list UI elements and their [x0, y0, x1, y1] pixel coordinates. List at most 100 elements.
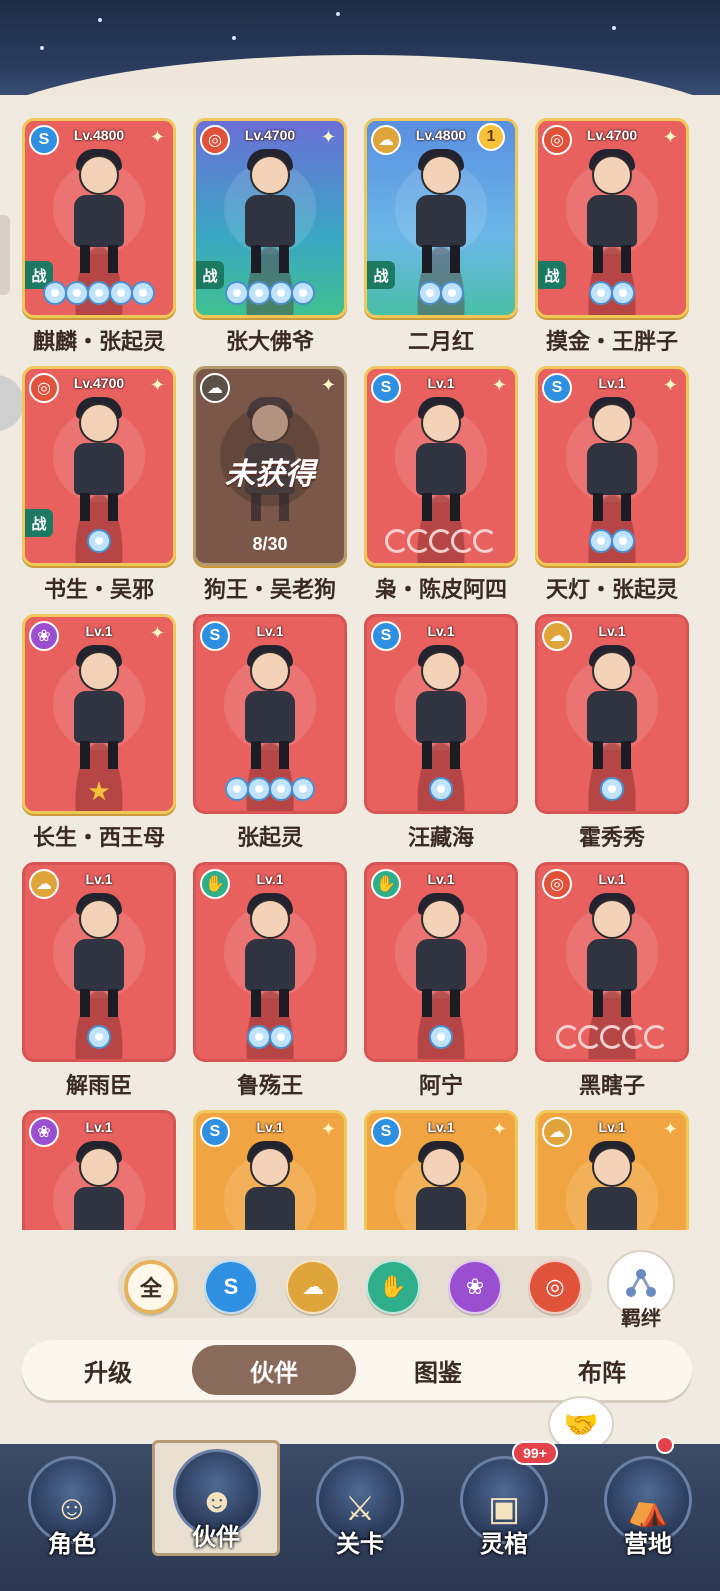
sparkle-icon: ✦	[320, 375, 336, 395]
character-portrait	[573, 1141, 651, 1230]
gem-rank-icon	[131, 281, 155, 305]
character-portrait	[231, 149, 309, 279]
filter-all-button[interactable]: 全	[124, 1260, 178, 1314]
partner-name: 狗王・吴老狗	[203, 578, 336, 603]
earth-element-icon: ☁	[200, 373, 230, 403]
tab-2[interactable]: 图鉴	[356, 1345, 520, 1395]
gem-rank-icon	[269, 777, 293, 801]
side-tab[interactable]	[0, 215, 10, 295]
partner-card[interactable]: ◎ Lv.4700 ✦ 战	[22, 366, 176, 566]
level-label: Lv.1	[256, 871, 284, 887]
partner-card[interactable]: ◎ Lv.4700 ✦ 战	[193, 118, 347, 318]
filter-lotus-button[interactable]: ❀	[448, 1260, 502, 1314]
nav-tent[interactable]: ⛺ 营地	[576, 1444, 720, 1591]
moon-rank-icon	[556, 1025, 580, 1049]
gem-rank-icon	[440, 281, 464, 305]
swirl-icon: ◎	[545, 1274, 565, 1299]
partner-card[interactable]: ◎ Lv.4700 ✦ 战	[535, 118, 689, 318]
nav-label: 关卡	[336, 1531, 384, 1558]
partner-card[interactable]: ✋ Lv.1	[193, 862, 347, 1062]
nav-sword[interactable]: ⚔ 关卡	[288, 1444, 432, 1591]
shard-progress: 8/30	[252, 534, 288, 554]
sparkle-icon: ✦	[662, 1119, 678, 1139]
star-rank	[367, 1025, 515, 1053]
moon-rank-icon	[622, 1025, 646, 1049]
moon-rank-icon	[578, 1025, 602, 1049]
nav-label: 灵棺	[480, 1531, 528, 1558]
star-rank	[538, 529, 686, 557]
notification-count-badge: 99+	[512, 1441, 558, 1465]
filter-water-button[interactable]: S	[204, 1260, 258, 1314]
partner-name: 枭・陈皮阿四	[374, 578, 507, 603]
partner-name: 张大佛爷	[225, 330, 314, 355]
star-rank	[25, 281, 173, 309]
tab-1[interactable]: 伙伴	[192, 1345, 356, 1395]
character-portrait	[573, 893, 651, 1023]
sparkle-icon: ✦	[320, 1119, 336, 1139]
level-label: Lv.1	[598, 623, 626, 639]
partner-card[interactable]: ◎ Lv.1	[535, 862, 689, 1062]
partner-card[interactable]: S Lv.1	[193, 614, 347, 814]
element-filter-bar	[118, 1256, 592, 1318]
partner-card[interactable]: ☁ Lv.1	[22, 862, 176, 1062]
bond-icon	[626, 1269, 656, 1297]
nav-character[interactable]: ☺ 角色	[0, 1444, 144, 1591]
partner-name: 阿宁	[418, 1074, 463, 1099]
nav-partner[interactable]: ☻ 伙伴	[152, 1440, 280, 1556]
partner-card[interactable]: ❀ Lv.1	[22, 1110, 176, 1230]
tab-3[interactable]: 布阵	[520, 1345, 684, 1395]
level-label: Lv.1	[427, 871, 455, 887]
sparkle-icon: ✦	[491, 375, 507, 395]
character-portrait	[60, 1141, 138, 1230]
gem-rank-icon	[291, 777, 315, 801]
gem-rank-icon	[291, 281, 315, 305]
moon-rank-icon	[600, 1025, 624, 1049]
partner-card[interactable]: S Lv.4800 ✦ 战	[22, 118, 176, 318]
moon-rank-icon	[644, 1025, 668, 1049]
notification-dot	[656, 1436, 674, 1454]
character-portrait	[402, 893, 480, 1023]
filter-fire-button[interactable]: ◎	[528, 1260, 582, 1314]
level-label: Lv.1	[598, 871, 626, 887]
partner-card[interactable]: ☁ Lv.1 ✦	[535, 1110, 689, 1230]
partner-card[interactable]: S Lv.1	[364, 614, 518, 814]
character-portrait	[60, 893, 138, 1023]
partner-card[interactable]: S Lv.1 ✦	[364, 1110, 518, 1230]
partner-card[interactable]: ❀ Lv.1 ✦ ★	[22, 614, 176, 814]
character-portrait	[60, 149, 138, 279]
character-portrait	[60, 397, 138, 527]
star-rank	[196, 281, 344, 309]
nav-coffin[interactable]: ▣ 灵棺	[432, 1444, 576, 1591]
partner-card[interactable]: ☁ ✦ 未获得 8/30	[193, 366, 347, 566]
moon-rank-icon	[429, 529, 453, 553]
partner-card[interactable]: S Lv.1 ✦	[193, 1110, 347, 1230]
star-rank	[367, 281, 515, 309]
partner-card[interactable]: ☁Lv.4800✦1战	[364, 118, 518, 318]
partner-name: 张起灵	[236, 826, 303, 851]
gem-rank-icon	[225, 777, 249, 801]
partner-card[interactable]: S Lv.1 ✦	[535, 366, 689, 566]
sparkle-icon: ✦	[149, 623, 165, 643]
partner-grid: SLv.4800✦战◎Lv.4700✦战☁Lv.4800✦1战◎Lv.4700✦…	[22, 118, 698, 1230]
partner-name: 鲁殇王	[236, 1074, 303, 1099]
bond-label: 羁绊	[621, 1308, 661, 1330]
gem-rank-icon	[418, 281, 442, 305]
filter-earth-button[interactable]: ☁	[286, 1260, 340, 1314]
count-badge: 1	[477, 123, 505, 151]
gem-rank-icon	[589, 281, 613, 305]
star-rank	[25, 1025, 173, 1053]
partner-card[interactable]: S Lv.1 ✦	[364, 366, 518, 566]
tab-0[interactable]: 升级	[26, 1345, 190, 1395]
sparkle-icon: ✦	[662, 127, 678, 147]
character-portrait	[231, 1141, 309, 1230]
gem-rank-icon	[65, 281, 89, 305]
partner-card[interactable]: ✋ Lv.1	[364, 862, 518, 1062]
sparkle-icon: ✦	[662, 375, 678, 395]
all-icon: 全	[139, 1276, 162, 1301]
gem-rank-icon	[87, 1025, 111, 1049]
partner-card[interactable]: ☁ Lv.1	[535, 614, 689, 814]
filter-wind-button[interactable]: ✋	[366, 1260, 420, 1314]
sparkle-icon: ✦	[320, 127, 336, 147]
dragon-icon: S	[223, 1274, 239, 1299]
palm-icon: ✋	[379, 1274, 407, 1299]
